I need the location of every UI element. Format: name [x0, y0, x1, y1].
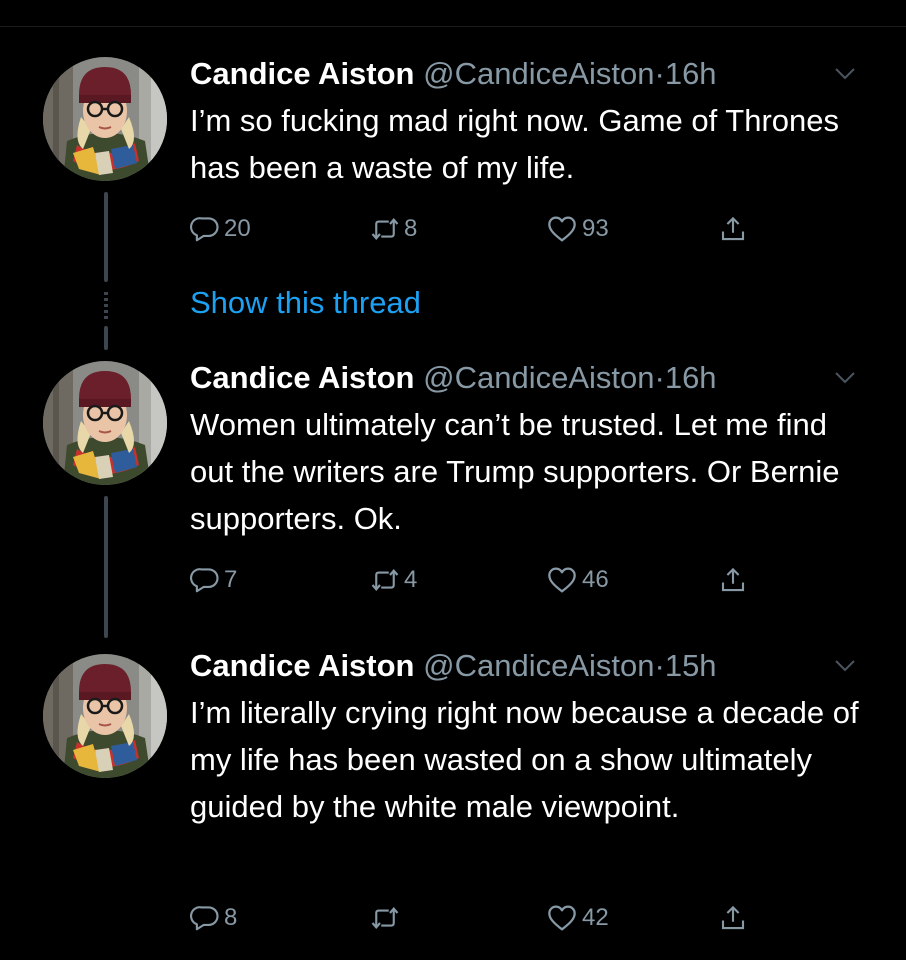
reply-button[interactable]: 20: [190, 212, 251, 246]
tweet-header: Candice Aiston @CandiceAiston·16h: [190, 54, 870, 94]
retweet-count: 4: [404, 566, 418, 593]
retweet-button[interactable]: [370, 901, 404, 935]
like-button[interactable]: 46: [546, 563, 609, 597]
tweet-content: Candice Aiston @CandiceAiston·15h I’m li…: [190, 646, 870, 830]
timestamp[interactable]: 15h: [665, 648, 717, 683]
tweet-actions: 8 42: [190, 901, 870, 935]
share-button[interactable]: [718, 901, 748, 935]
reply-icon: [190, 565, 220, 595]
thread-gap-dots: [104, 292, 108, 322]
top-divider: [0, 26, 906, 27]
share-button[interactable]: [718, 563, 748, 597]
reply-count: 20: [224, 215, 251, 242]
retweet-icon: [370, 565, 400, 595]
tweet-text: I’m so fucking mad right now. Game of Th…: [190, 103, 840, 185]
tweet[interactable]: Candice Aiston @CandiceAiston·16h I’m so…: [0, 54, 906, 254]
chevron-down-icon[interactable]: [834, 659, 856, 673]
tweet-content: Candice Aiston @CandiceAiston·16h Women …: [190, 358, 870, 542]
heart-icon: [546, 213, 578, 245]
tweet-actions: 7 4 46: [190, 563, 870, 597]
tweet-actions: 20 8 93: [190, 212, 870, 246]
heart-icon: [546, 564, 578, 596]
display-name[interactable]: Candice Aiston: [190, 360, 415, 395]
display-name[interactable]: Candice Aiston: [190, 56, 415, 91]
tweet-text: Women ultimately can’t be trusted. Let m…: [190, 407, 840, 536]
share-icon: [718, 214, 748, 244]
chevron-down-icon[interactable]: [834, 67, 856, 81]
tweet-content: Candice Aiston @CandiceAiston·16h I’m so…: [190, 54, 870, 191]
avatar[interactable]: [43, 57, 167, 181]
tweet[interactable]: Candice Aiston @CandiceAiston·16h Women …: [0, 358, 906, 608]
thread-connector: [104, 326, 108, 350]
share-button[interactable]: [718, 212, 748, 246]
user-handle[interactable]: @CandiceAiston: [423, 648, 654, 683]
like-button[interactable]: 93: [546, 212, 609, 246]
retweet-icon: [370, 903, 400, 933]
heart-icon: [546, 902, 578, 934]
retweet-count: 8: [404, 215, 418, 242]
reply-icon: [190, 903, 220, 933]
share-icon: [718, 565, 748, 595]
tweet-header: Candice Aiston @CandiceAiston·16h: [190, 358, 870, 398]
reply-button[interactable]: 7: [190, 563, 237, 597]
chevron-down-icon[interactable]: [834, 371, 856, 385]
separator-dot: ·: [654, 56, 665, 91]
user-handle[interactable]: @CandiceAiston: [423, 56, 654, 91]
retweet-button[interactable]: 4: [370, 563, 417, 597]
like-count: 46: [582, 566, 609, 593]
reply-icon: [190, 214, 220, 244]
user-handle[interactable]: @CandiceAiston: [423, 360, 654, 395]
tweet-text: I’m literally crying right now because a…: [190, 695, 859, 824]
reply-count: 7: [224, 566, 238, 593]
like-count: 93: [582, 215, 609, 242]
separator-dot: ·: [654, 360, 665, 395]
retweet-icon: [370, 214, 400, 244]
like-button[interactable]: 42: [546, 901, 609, 935]
avatar[interactable]: [43, 361, 167, 485]
timestamp[interactable]: 16h: [665, 360, 717, 395]
tweet[interactable]: Candice Aiston @CandiceAiston·15h I’m li…: [0, 646, 906, 946]
like-count: 42: [582, 904, 609, 931]
share-icon: [718, 903, 748, 933]
separator-dot: ·: [654, 648, 665, 683]
tweet-header: Candice Aiston @CandiceAiston·15h: [190, 646, 870, 686]
reply-count: 8: [224, 904, 238, 931]
avatar[interactable]: [43, 654, 167, 778]
retweet-button[interactable]: 8: [370, 212, 417, 246]
display-name[interactable]: Candice Aiston: [190, 648, 415, 683]
timestamp[interactable]: 16h: [665, 56, 717, 91]
show-thread-link[interactable]: Show this thread: [190, 283, 421, 323]
reply-button[interactable]: 8: [190, 901, 237, 935]
